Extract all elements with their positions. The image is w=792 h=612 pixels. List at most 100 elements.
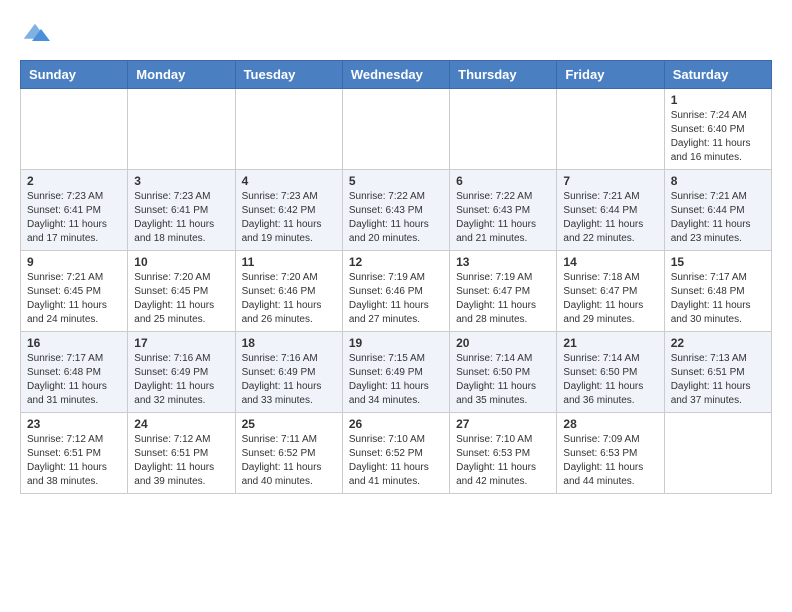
day-number: 5 [349, 174, 443, 188]
day-number: 21 [563, 336, 657, 350]
calendar-cell: 22 Sunrise: 7:13 AMSunset: 6:51 PMDayligh… [664, 332, 771, 413]
day-number: 27 [456, 417, 550, 431]
column-header-friday: Friday [557, 61, 664, 89]
day-info: Sunrise: 7:19 AMSunset: 6:46 PMDaylight:… [349, 271, 443, 327]
calendar: SundayMondayTuesdayWednesdayThursdayFrid… [20, 60, 772, 494]
calendar-week-4: 16Sunrise: 7:17 AMSunset: 6:48 PMDayligh… [21, 332, 772, 413]
calendar-cell: 23 Sunrise: 7:12 AMSunset: 6:51 PMDayligh… [21, 413, 128, 494]
calendar-cell: 5 Sunrise: 7:22 AMSunset: 6:43 PMDaylight… [342, 170, 449, 251]
column-header-saturday: Saturday [664, 61, 771, 89]
day-info: Sunrise: 7:23 AMSunset: 6:41 PMDaylight:… [27, 190, 121, 246]
day-number: 26 [349, 417, 443, 431]
column-header-thursday: Thursday [450, 61, 557, 89]
day-info: Sunrise: 7:20 AMSunset: 6:45 PMDaylight:… [134, 271, 228, 327]
calendar-cell [557, 89, 664, 170]
calendar-cell: 27 Sunrise: 7:10 AMSunset: 6:53 PMDayligh… [450, 413, 557, 494]
column-header-sunday: Sunday [21, 61, 128, 89]
day-info: Sunrise: 7:10 AMSunset: 6:52 PMDaylight:… [349, 433, 443, 489]
day-number: 18 [242, 336, 336, 350]
day-number: 17 [134, 336, 228, 350]
day-number: 2 [27, 174, 121, 188]
calendar-cell [235, 89, 342, 170]
calendar-cell: 28 Sunrise: 7:09 AMSunset: 6:53 PMDayligh… [557, 413, 664, 494]
calendar-cell: 1 Sunrise: 7:24 AMSunset: 6:40 PMDaylight… [664, 89, 771, 170]
calendar-cell [128, 89, 235, 170]
calendar-cell: 7 Sunrise: 7:21 AMSunset: 6:44 PMDaylight… [557, 170, 664, 251]
calendar-cell: 25 Sunrise: 7:11 AMSunset: 6:52 PMDayligh… [235, 413, 342, 494]
calendar-cell: 6 Sunrise: 7:22 AMSunset: 6:43 PMDaylight… [450, 170, 557, 251]
calendar-cell: 2 Sunrise: 7:23 AMSunset: 6:41 PMDaylight… [21, 170, 128, 251]
calendar-cell: 18Sunrise: 7:16 AMSunset: 6:49 PMDayligh… [235, 332, 342, 413]
day-number: 23 [27, 417, 121, 431]
day-number: 6 [456, 174, 550, 188]
day-number: 20 [456, 336, 550, 350]
calendar-cell: 14 Sunrise: 7:18 AMSunset: 6:47 PMDayligh… [557, 251, 664, 332]
calendar-cell: 21Sunrise: 7:14 AMSunset: 6:50 PMDayligh… [557, 332, 664, 413]
day-info: Sunrise: 7:13 AMSunset: 6:51 PMDaylight:… [671, 352, 765, 408]
calendar-cell: 16Sunrise: 7:17 AMSunset: 6:48 PMDayligh… [21, 332, 128, 413]
calendar-week-1: 1 Sunrise: 7:24 AMSunset: 6:40 PMDaylight… [21, 89, 772, 170]
day-info: Sunrise: 7:12 AMSunset: 6:51 PMDaylight:… [134, 433, 228, 489]
day-info: Sunrise: 7:22 AMSunset: 6:43 PMDaylight:… [349, 190, 443, 246]
day-info: Sunrise: 7:21 AMSunset: 6:45 PMDaylight:… [27, 271, 121, 327]
day-number: 15 [671, 255, 765, 269]
calendar-cell: 24 Sunrise: 7:12 AMSunset: 6:51 PMDayligh… [128, 413, 235, 494]
day-info: Sunrise: 7:11 AMSunset: 6:52 PMDaylight:… [242, 433, 336, 489]
calendar-cell: 3 Sunrise: 7:23 AMSunset: 6:41 PMDaylight… [128, 170, 235, 251]
calendar-cell [664, 413, 771, 494]
day-info: Sunrise: 7:10 AMSunset: 6:53 PMDaylight:… [456, 433, 550, 489]
calendar-cell: 10 Sunrise: 7:20 AMSunset: 6:45 PMDayligh… [128, 251, 235, 332]
calendar-cell: 17Sunrise: 7:16 AMSunset: 6:49 PMDayligh… [128, 332, 235, 413]
day-number: 19 [349, 336, 443, 350]
day-info: Sunrise: 7:22 AMSunset: 6:43 PMDaylight:… [456, 190, 550, 246]
day-info: Sunrise: 7:21 AMSunset: 6:44 PMDaylight:… [671, 190, 765, 246]
day-info: Sunrise: 7:24 AMSunset: 6:40 PMDaylight:… [671, 109, 765, 165]
day-number: 7 [563, 174, 657, 188]
day-number: 13 [456, 255, 550, 269]
day-info: Sunrise: 7:21 AMSunset: 6:44 PMDaylight:… [563, 190, 657, 246]
column-header-wednesday: Wednesday [342, 61, 449, 89]
day-number: 9 [27, 255, 121, 269]
calendar-cell [21, 89, 128, 170]
calendar-week-5: 23 Sunrise: 7:12 AMSunset: 6:51 PMDayligh… [21, 413, 772, 494]
day-number: 24 [134, 417, 228, 431]
day-info: Sunrise: 7:12 AMSunset: 6:51 PMDaylight:… [27, 433, 121, 489]
day-number: 4 [242, 174, 336, 188]
day-number: 1 [671, 93, 765, 107]
day-info: Sunrise: 7:23 AMSunset: 6:42 PMDaylight:… [242, 190, 336, 246]
day-info: Sunrise: 7:20 AMSunset: 6:46 PMDaylight:… [242, 271, 336, 327]
day-info: Sunrise: 7:17 AMSunset: 6:48 PMDaylight:… [27, 352, 121, 408]
day-info: Sunrise: 7:19 AMSunset: 6:47 PMDaylight:… [456, 271, 550, 327]
day-info: Sunrise: 7:09 AMSunset: 6:53 PMDaylight:… [563, 433, 657, 489]
calendar-cell: 13 Sunrise: 7:19 AMSunset: 6:47 PMDayligh… [450, 251, 557, 332]
day-number: 25 [242, 417, 336, 431]
logo [20, 20, 54, 50]
day-info: Sunrise: 7:23 AMSunset: 6:41 PMDaylight:… [134, 190, 228, 246]
calendar-cell [342, 89, 449, 170]
day-number: 28 [563, 417, 657, 431]
calendar-header-row: SundayMondayTuesdayWednesdayThursdayFrid… [21, 61, 772, 89]
day-number: 14 [563, 255, 657, 269]
column-header-monday: Monday [128, 61, 235, 89]
day-number: 12 [349, 255, 443, 269]
calendar-cell [450, 89, 557, 170]
day-number: 11 [242, 255, 336, 269]
calendar-cell: 8 Sunrise: 7:21 AMSunset: 6:44 PMDaylight… [664, 170, 771, 251]
day-number: 10 [134, 255, 228, 269]
calendar-cell: 15 Sunrise: 7:17 AMSunset: 6:48 PMDayligh… [664, 251, 771, 332]
day-number: 3 [134, 174, 228, 188]
day-info: Sunrise: 7:14 AMSunset: 6:50 PMDaylight:… [456, 352, 550, 408]
day-number: 22 [671, 336, 765, 350]
day-info: Sunrise: 7:18 AMSunset: 6:47 PMDaylight:… [563, 271, 657, 327]
calendar-cell: 20 Sunrise: 7:14 AMSunset: 6:50 PMDayligh… [450, 332, 557, 413]
calendar-week-2: 2 Sunrise: 7:23 AMSunset: 6:41 PMDaylight… [21, 170, 772, 251]
calendar-cell: 9 Sunrise: 7:21 AMSunset: 6:45 PMDaylight… [21, 251, 128, 332]
day-info: Sunrise: 7:17 AMSunset: 6:48 PMDaylight:… [671, 271, 765, 327]
calendar-cell: 4 Sunrise: 7:23 AMSunset: 6:42 PMDaylight… [235, 170, 342, 251]
day-number: 8 [671, 174, 765, 188]
calendar-week-3: 9 Sunrise: 7:21 AMSunset: 6:45 PMDaylight… [21, 251, 772, 332]
day-info: Sunrise: 7:15 AMSunset: 6:49 PMDaylight:… [349, 352, 443, 408]
calendar-cell: 11 Sunrise: 7:20 AMSunset: 6:46 PMDayligh… [235, 251, 342, 332]
calendar-cell: 12 Sunrise: 7:19 AMSunset: 6:46 PMDayligh… [342, 251, 449, 332]
logo-icon [20, 20, 50, 50]
